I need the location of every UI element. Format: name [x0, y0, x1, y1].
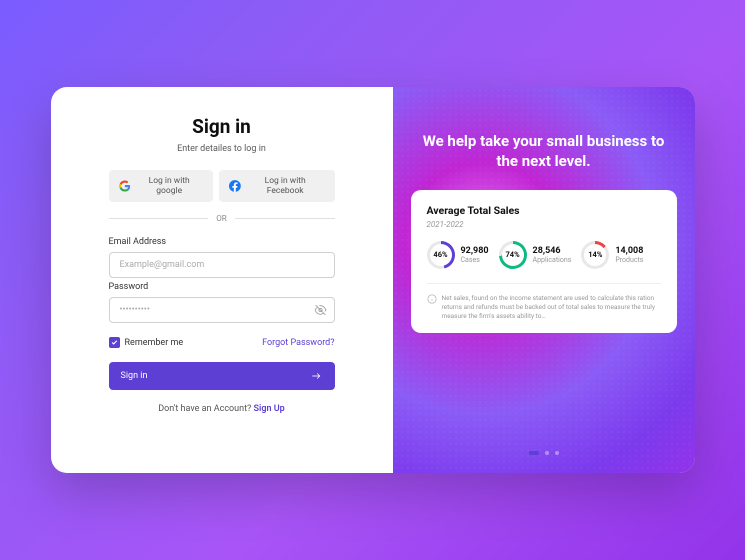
stats-title: Average Total Sales [427, 204, 661, 217]
promo-panel: We help take your small business to the … [393, 87, 695, 473]
carousel-dots [411, 451, 677, 455]
progress-ring: 74% [499, 241, 527, 269]
email-field[interactable] [109, 252, 335, 278]
carousel-dot-1[interactable] [529, 451, 539, 455]
stats-note: Net sales, found on the income statement… [442, 294, 661, 321]
checkbox-icon [109, 337, 120, 348]
facebook-icon [229, 180, 241, 192]
stat-value: 28,546 [533, 246, 572, 256]
progress-ring: 14% [581, 241, 609, 269]
signin-button[interactable]: Sign in [109, 362, 335, 390]
facebook-login-button[interactable]: Log in with Fecebook [219, 170, 334, 202]
stats-card: Average Total Sales 2021-2022 46% 92,980C… [411, 190, 677, 333]
remember-me-checkbox[interactable]: Remember me [109, 337, 184, 348]
remember-me-label: Remember me [125, 338, 184, 348]
forgot-password-link[interactable]: Forgot Password? [262, 338, 334, 348]
page-subtitle: Enter detailes to log in [109, 144, 335, 154]
arrow-right-icon [309, 371, 323, 381]
carousel-dot-2[interactable] [545, 451, 549, 455]
stats-period: 2021-2022 [427, 220, 661, 229]
progress-ring: 46% [427, 241, 455, 269]
stat-item: 74% 28,546Applications [499, 241, 572, 269]
hero-text: We help take your small business to the … [411, 131, 677, 172]
stat-value: 14,008 [615, 246, 643, 256]
google-login-button[interactable]: Log in with google [109, 170, 214, 202]
email-label: Email Address [109, 237, 335, 247]
info-icon [427, 294, 437, 304]
signin-panel: Sign in Enter detailes to log in Log in … [51, 87, 393, 473]
stat-label: Cases [461, 256, 489, 264]
facebook-login-label: Log in with Fecebook [246, 176, 325, 196]
password-label: Password [109, 282, 335, 292]
divider-text: OR [216, 214, 226, 223]
stat-item: 46% 92,980Cases [427, 241, 489, 269]
page-title: Sign in [109, 115, 335, 138]
google-icon [119, 180, 131, 192]
stat-label: Products [615, 256, 643, 264]
carousel-dot-3[interactable] [555, 451, 559, 455]
signup-link[interactable]: Sign Up [254, 404, 285, 414]
stat-value: 92,980 [461, 246, 489, 256]
divider: OR [109, 214, 335, 223]
google-login-label: Log in with google [135, 176, 203, 196]
password-field[interactable] [109, 297, 335, 323]
signin-button-label: Sign in [121, 371, 148, 381]
stat-item: 14% 14,008Products [581, 241, 643, 269]
eye-off-icon[interactable] [314, 304, 327, 317]
signup-prompt: Don't have an Account? Sign Up [109, 404, 335, 414]
stat-label: Applications [533, 256, 572, 264]
